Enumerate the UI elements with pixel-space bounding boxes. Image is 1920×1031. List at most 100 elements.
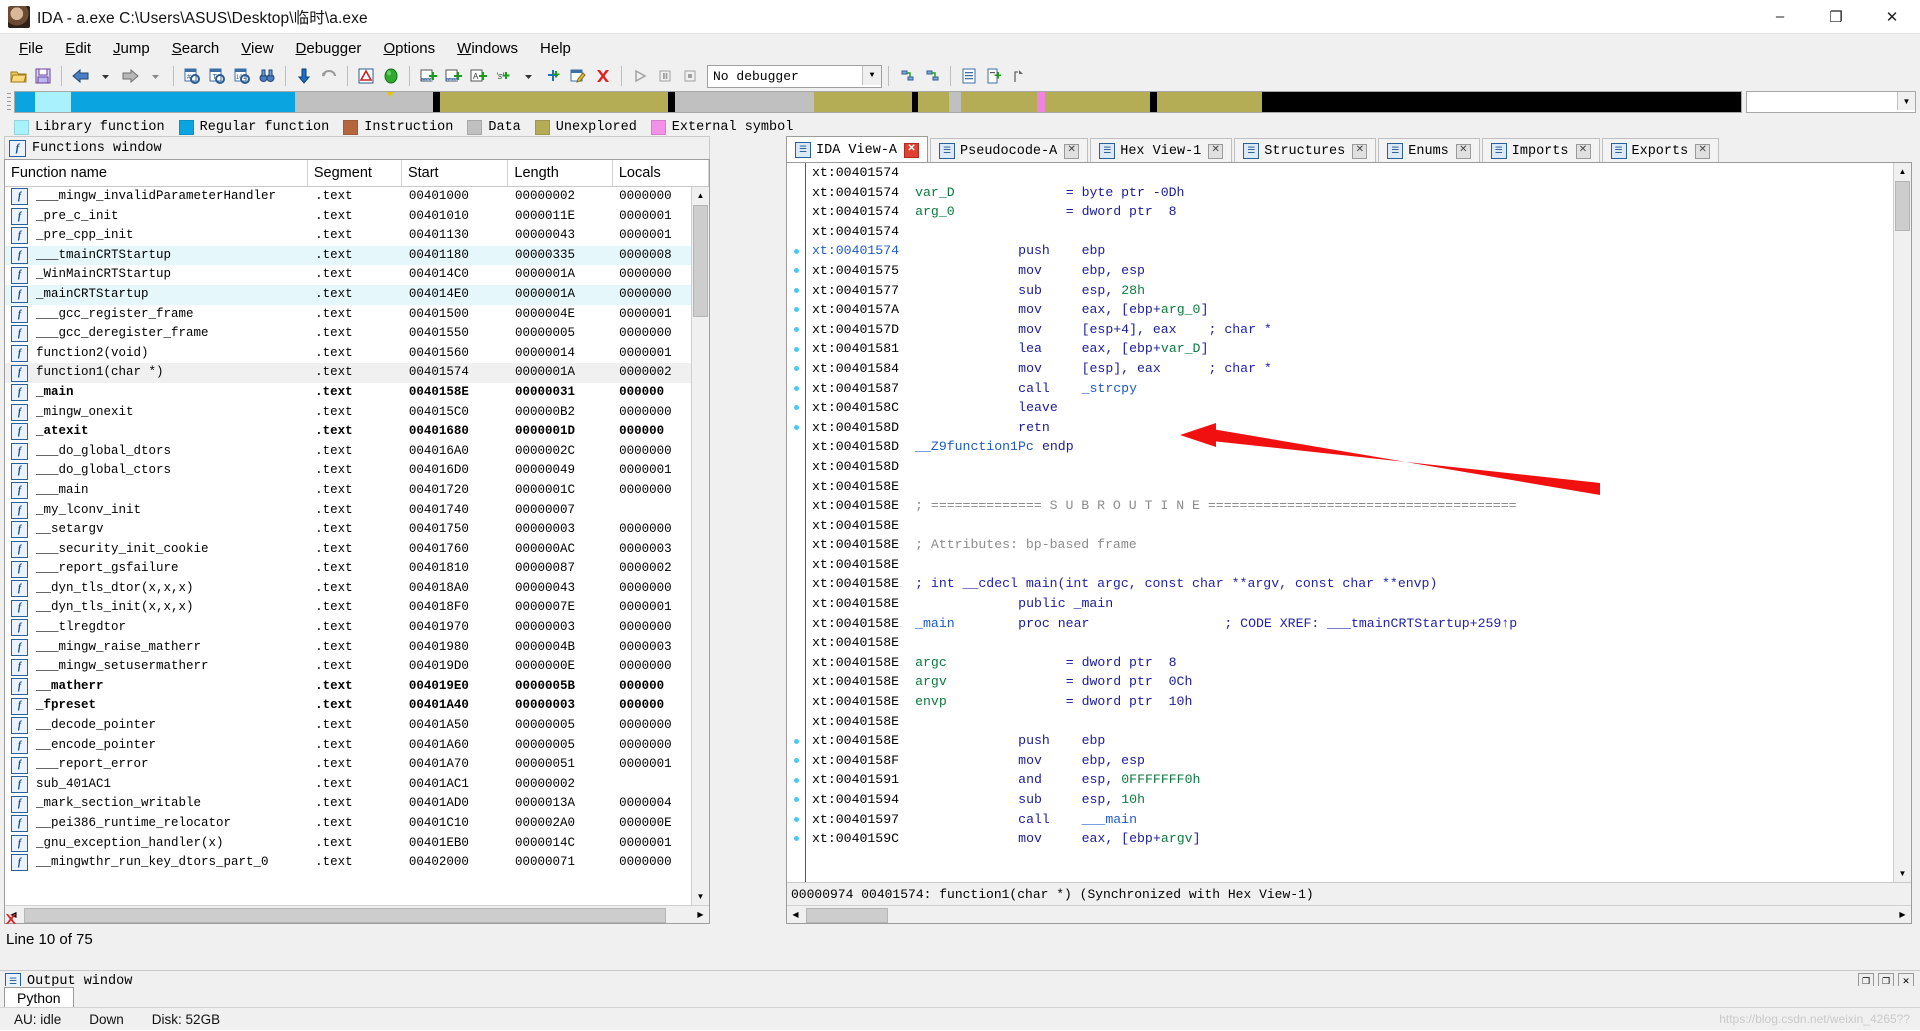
nav-drag-grip[interactable]	[4, 91, 14, 111]
make-string-dropdown-icon[interactable]	[516, 64, 540, 88]
table-row[interactable]: f function2(void) .text 00401560 00000014 000…	[5, 344, 709, 364]
disassembly-line[interactable]: xt:0040158E ; ============== S U B R O U …	[812, 496, 1911, 516]
detach-process-icon[interactable]	[920, 64, 944, 88]
tab-structures[interactable]: ☰ Structures ✕	[1234, 138, 1377, 163]
disassembly-line[interactable]: xt:00401587 call _strcpy	[812, 379, 1911, 399]
maximize-button[interactable]: ❐	[1808, 0, 1864, 33]
chevron-down-icon[interactable]: ▼	[862, 65, 881, 85]
delete-function-icon[interactable]	[591, 64, 615, 88]
menu-item-debugger[interactable]: Debugger	[285, 36, 373, 61]
disassembly-line[interactable]: xt:0040158D	[812, 457, 1911, 477]
disassembly-line[interactable]: xt:0040158E argc = dword ptr 8	[812, 653, 1911, 673]
column-header-function-name[interactable]: Function name	[5, 160, 308, 187]
table-row[interactable]: f _pre_cpp_init .text 00401130 00000043 00000…	[5, 226, 709, 246]
disassembly-line[interactable]: xt:00401584 mov [esp], eax ; char *	[812, 359, 1911, 379]
hscroll-track[interactable]	[804, 907, 1894, 923]
disassembly-line[interactable]: xt:0040158D __Z9function1Pc endp	[812, 437, 1911, 457]
search-hex-icon[interactable]: 101	[230, 64, 254, 88]
disassembly-line[interactable]: xt:0040159C mov eax, [ebp+ argv]	[812, 829, 1911, 849]
table-row[interactable]: f sub_401AC1 .text 00401AC1 00000002	[5, 775, 709, 795]
open-file-icon[interactable]	[6, 64, 30, 88]
scroll-left-icon[interactable]: ◀	[787, 906, 804, 923]
close-icon[interactable]: ✕	[904, 142, 920, 158]
disassembly-line[interactable]: xt:0040158E public _main	[812, 594, 1911, 614]
run-green-icon[interactable]	[379, 64, 403, 88]
table-row[interactable]: f _mark_section_writable .text 00401AD0 0000…	[5, 794, 709, 814]
disassembly-line[interactable]: xt:00401577 sub esp, 28h	[812, 281, 1911, 301]
menu-item-help[interactable]: Help	[529, 36, 582, 61]
disassembly-line[interactable]: xt:00401574 arg_0 = dword ptr 8	[812, 202, 1911, 222]
menu-item-edit[interactable]: Edit	[54, 36, 102, 61]
make-data-icon[interactable]: DATA	[441, 64, 465, 88]
make-ascii-icon[interactable]: A	[466, 64, 490, 88]
disassembly-scroll-area[interactable]: xt:00401574 xt:00401574 var_D = byte ptr -0…	[787, 163, 1911, 882]
forward-dropdown-icon[interactable]	[143, 64, 167, 88]
table-row[interactable]: f _main .text 0040158E 00000031 000000	[5, 383, 709, 403]
menu-item-search[interactable]: Search	[161, 36, 231, 61]
functions-vertical-scrollbar[interactable]: ▲ ▼	[691, 187, 709, 905]
make-code-icon[interactable]: CODE	[416, 64, 440, 88]
table-row[interactable]: f __dyn_tls_init(x,x,x) .text 004018F0 00000…	[5, 598, 709, 618]
scroll-down-icon[interactable]: ▼	[1894, 865, 1911, 882]
minimize-button[interactable]: –	[1752, 0, 1808, 33]
scroll-up-icon[interactable]: ▲	[692, 187, 709, 204]
menu-item-windows[interactable]: Windows	[446, 36, 529, 61]
disassembly-line[interactable]: xt:0040158E	[812, 633, 1911, 653]
tracing-icon[interactable]	[1007, 64, 1031, 88]
disassembly-line[interactable]: xt:0040158E ; Attributes: bp-based frame	[812, 535, 1911, 555]
table-row[interactable]: f ___report_gsfailure .text 00401810 0000008…	[5, 559, 709, 579]
search-binary-icon[interactable]: #	[180, 64, 204, 88]
menu-item-options[interactable]: Options	[372, 36, 446, 61]
close-icon[interactable]: ✕	[1352, 143, 1368, 159]
disassembly-line[interactable]: xt:0040158E	[812, 712, 1911, 732]
tab-imports[interactable]: ☰ Imports ✕	[1481, 138, 1600, 163]
table-row[interactable]: f ___tlregdtor .text 00401970 00000003 000000…	[5, 618, 709, 638]
attach-process-icon[interactable]	[895, 64, 919, 88]
scroll-up-icon[interactable]: ▲	[1894, 163, 1911, 180]
disassembly-line[interactable]: xt:0040158F mov ebp, esp	[812, 751, 1911, 771]
disassembly-line[interactable]: xt:0040157A mov eax, [ebp+ arg_0]	[812, 300, 1911, 320]
table-row[interactable]: f __mingwthr_run_key_dtors_part_0 .text 004…	[5, 853, 709, 873]
tab-enums[interactable]: ☰ Enums ✕	[1378, 138, 1480, 163]
disassembly-line[interactable]: xt:00401581 lea eax, [ebp+ var_D]	[812, 339, 1911, 359]
column-header-length[interactable]: Length	[507, 160, 613, 187]
table-row[interactable]: f ___mingw_invalidParameterHandler .text 00…	[5, 187, 709, 207]
scroll-right-icon[interactable]: ▶	[1894, 906, 1911, 923]
table-row[interactable]: f ___gcc_register_frame .text 00401500 00000…	[5, 305, 709, 325]
table-row[interactable]: f __setargv .text 00401750 00000003 0000000	[5, 520, 709, 540]
disassembly-line[interactable]: xt:0040158E ; int __cdecl main(int argc, …	[812, 574, 1911, 594]
column-header-segment[interactable]: Segment	[307, 160, 402, 187]
disassembly-text[interactable]: xt:00401574 xt:00401574 var_D = byte ptr -0…	[805, 163, 1911, 882]
table-row[interactable]: f _my_lconv_init .text 00401740 00000007	[5, 501, 709, 521]
search-text-icon[interactable]: T	[205, 64, 229, 88]
close-icon[interactable]: ✕	[1455, 143, 1471, 159]
jump-down-icon[interactable]	[292, 64, 316, 88]
menu-item-file[interactable]: File	[8, 36, 54, 61]
save-icon[interactable]	[31, 64, 55, 88]
edit-function-icon[interactable]	[566, 64, 590, 88]
python-cli-tab[interactable]: Python	[4, 987, 74, 1008]
functions-list-scroll-area[interactable]: f ___mingw_invalidParameterHandler .text 00…	[5, 187, 709, 905]
tab-hex-view-1[interactable]: ☰ Hex View-1 ✕	[1090, 138, 1233, 163]
disassembly-line[interactable]: xt:00401574	[812, 163, 1911, 183]
disassembly-line[interactable]: xt:0040158E	[812, 516, 1911, 536]
back-arrow-icon[interactable]	[68, 64, 92, 88]
add-breakpoint-icon[interactable]	[982, 64, 1006, 88]
scrollbar-thumb[interactable]	[1895, 181, 1910, 231]
table-row[interactable]: f ___gcc_deregister_frame .text 00401550 000…	[5, 324, 709, 344]
navigation-band[interactable]	[14, 91, 1742, 113]
disassembly-line[interactable]: xt:00401575 mov ebp, esp	[812, 261, 1911, 281]
table-row[interactable]: f _fpreset .text 00401A40 00000003 000000	[5, 696, 709, 716]
forward-arrow-icon[interactable]	[118, 64, 142, 88]
disassembly-line[interactable]: xt:00401574	[812, 222, 1911, 242]
column-header-start[interactable]: Start	[401, 160, 509, 187]
close-icon[interactable]: ✕	[1575, 143, 1591, 159]
tab-pseudocode-a[interactable]: ☰ Pseudocode-A ✕	[930, 138, 1089, 163]
binoculars-icon[interactable]	[255, 64, 279, 88]
table-row[interactable]: f ___do_global_dtors .text 004016A0 0000002C…	[5, 442, 709, 462]
back-dropdown-icon[interactable]	[93, 64, 117, 88]
disassembly-line[interactable]: xt:0040157D mov [esp+4], eax ; char *	[812, 320, 1911, 340]
close-icon[interactable]: ✕	[1695, 143, 1711, 159]
nav-extra-combo[interactable]: ▼	[1746, 91, 1916, 113]
table-row[interactable]: f _mainCRTStartup .text 004014E0 0000001A 000…	[5, 284, 709, 305]
